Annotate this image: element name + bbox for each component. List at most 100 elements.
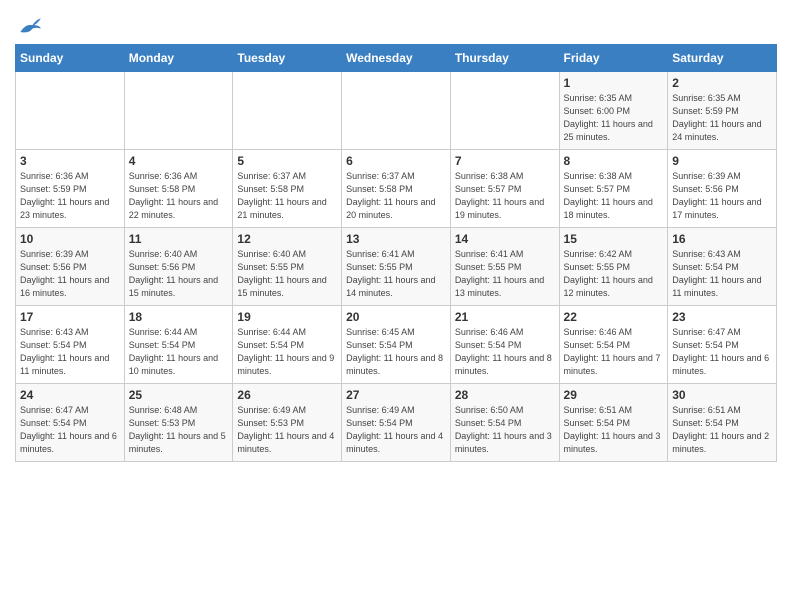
day-info: Sunrise: 6:38 AM Sunset: 5:57 PM Dayligh… [455, 170, 555, 222]
calendar-cell: 24 Sunrise: 6:47 AM Sunset: 5:54 PM Dayli… [16, 384, 125, 462]
day-number: 13 [346, 232, 446, 246]
day-info: Sunrise: 6:44 AM Sunset: 5:54 PM Dayligh… [129, 326, 229, 378]
calendar-cell: 8 Sunrise: 6:38 AM Sunset: 5:57 PM Daylig… [559, 150, 668, 228]
calendar-cell: 25 Sunrise: 6:48 AM Sunset: 5:53 PM Dayli… [124, 384, 233, 462]
column-header-tuesday: Tuesday [233, 45, 342, 72]
day-number: 27 [346, 388, 446, 402]
week-row-3: 10 Sunrise: 6:39 AM Sunset: 5:56 PM Dayli… [16, 228, 777, 306]
calendar-cell: 6Sunrise: 6:37 AM Sunset: 5:58 PM Daylig… [342, 150, 451, 228]
day-number: 19 [237, 310, 337, 324]
day-number: 25 [129, 388, 229, 402]
calendar-cell: 13 Sunrise: 6:41 AM Sunset: 5:55 PM Dayli… [342, 228, 451, 306]
calendar-cell: 22Sunrise: 6:46 AM Sunset: 5:54 PM Dayli… [559, 306, 668, 384]
column-header-wednesday: Wednesday [342, 45, 451, 72]
day-number: 2 [672, 76, 772, 90]
day-number: 17 [20, 310, 120, 324]
column-header-thursday: Thursday [450, 45, 559, 72]
day-info: Sunrise: 6:49 AM Sunset: 5:54 PM Dayligh… [346, 404, 446, 456]
day-number: 10 [20, 232, 120, 246]
week-row-4: 17Sunrise: 6:43 AM Sunset: 5:54 PM Dayli… [16, 306, 777, 384]
calendar-table: SundayMondayTuesdayWednesdayThursdayFrid… [15, 44, 777, 462]
day-number: 29 [564, 388, 664, 402]
day-info: Sunrise: 6:51 AM Sunset: 5:54 PM Dayligh… [672, 404, 772, 456]
calendar-cell [16, 72, 125, 150]
calendar-cell: 19 Sunrise: 6:44 AM Sunset: 5:54 PM Dayli… [233, 306, 342, 384]
column-header-monday: Monday [124, 45, 233, 72]
calendar-cell: 17Sunrise: 6:43 AM Sunset: 5:54 PM Dayli… [16, 306, 125, 384]
week-row-2: 3 Sunrise: 6:36 AM Sunset: 5:59 PM Daylig… [16, 150, 777, 228]
day-number: 28 [455, 388, 555, 402]
calendar-cell: 16 Sunrise: 6:43 AM Sunset: 5:54 PM Dayli… [668, 228, 777, 306]
day-number: 24 [20, 388, 120, 402]
day-number: 12 [237, 232, 337, 246]
logo-bird-icon [17, 16, 41, 36]
day-number: 3 [20, 154, 120, 168]
day-number: 23 [672, 310, 772, 324]
calendar-cell: 5 Sunrise: 6:37 AM Sunset: 5:58 PM Daylig… [233, 150, 342, 228]
calendar-cell: 18 Sunrise: 6:44 AM Sunset: 5:54 PM Dayli… [124, 306, 233, 384]
day-info: Sunrise: 6:40 AM Sunset: 5:56 PM Dayligh… [129, 248, 229, 300]
day-number: 11 [129, 232, 229, 246]
calendar-cell [233, 72, 342, 150]
day-number: 30 [672, 388, 772, 402]
day-number: 5 [237, 154, 337, 168]
day-number: 26 [237, 388, 337, 402]
day-number: 18 [129, 310, 229, 324]
calendar-cell: 30 Sunrise: 6:51 AM Sunset: 5:54 PM Dayli… [668, 384, 777, 462]
column-header-sunday: Sunday [16, 45, 125, 72]
day-number: 4 [129, 154, 229, 168]
day-number: 8 [564, 154, 664, 168]
day-info: Sunrise: 6:35 AM Sunset: 5:59 PM Dayligh… [672, 92, 772, 144]
calendar-cell: 28 Sunrise: 6:50 AM Sunset: 5:54 PM Dayli… [450, 384, 559, 462]
calendar-cell: 1 Sunrise: 6:35 AM Sunset: 6:00 PM Daylig… [559, 72, 668, 150]
day-info: Sunrise: 6:41 AM Sunset: 5:55 PM Dayligh… [346, 248, 446, 300]
calendar-cell: 27 Sunrise: 6:49 AM Sunset: 5:54 PM Dayli… [342, 384, 451, 462]
page-header [15, 10, 777, 36]
day-number: 16 [672, 232, 772, 246]
day-info: Sunrise: 6:42 AM Sunset: 5:55 PM Dayligh… [564, 248, 664, 300]
day-number: 6 [346, 154, 446, 168]
column-header-saturday: Saturday [668, 45, 777, 72]
calendar-cell: 7 Sunrise: 6:38 AM Sunset: 5:57 PM Daylig… [450, 150, 559, 228]
day-info: Sunrise: 6:36 AM Sunset: 5:59 PM Dayligh… [20, 170, 120, 222]
day-info: Sunrise: 6:41 AM Sunset: 5:55 PM Dayligh… [455, 248, 555, 300]
day-number: 21 [455, 310, 555, 324]
calendar-cell: 10 Sunrise: 6:39 AM Sunset: 5:56 PM Dayli… [16, 228, 125, 306]
day-number: 9 [672, 154, 772, 168]
day-info: Sunrise: 6:50 AM Sunset: 5:54 PM Dayligh… [455, 404, 555, 456]
calendar-cell: 12Sunrise: 6:40 AM Sunset: 5:55 PM Dayli… [233, 228, 342, 306]
day-info: Sunrise: 6:51 AM Sunset: 5:54 PM Dayligh… [564, 404, 664, 456]
calendar-cell [450, 72, 559, 150]
header-row: SundayMondayTuesdayWednesdayThursdayFrid… [16, 45, 777, 72]
calendar-cell: 26 Sunrise: 6:49 AM Sunset: 5:53 PM Dayli… [233, 384, 342, 462]
calendar-cell: 3 Sunrise: 6:36 AM Sunset: 5:59 PM Daylig… [16, 150, 125, 228]
day-info: Sunrise: 6:35 AM Sunset: 6:00 PM Dayligh… [564, 92, 664, 144]
day-number: 20 [346, 310, 446, 324]
day-info: Sunrise: 6:38 AM Sunset: 5:57 PM Dayligh… [564, 170, 664, 222]
calendar-cell: 4 Sunrise: 6:36 AM Sunset: 5:58 PM Daylig… [124, 150, 233, 228]
day-info: Sunrise: 6:36 AM Sunset: 5:58 PM Dayligh… [129, 170, 229, 222]
calendar-cell: 11 Sunrise: 6:40 AM Sunset: 5:56 PM Dayli… [124, 228, 233, 306]
day-info: Sunrise: 6:39 AM Sunset: 5:56 PM Dayligh… [20, 248, 120, 300]
day-info: Sunrise: 6:48 AM Sunset: 5:53 PM Dayligh… [129, 404, 229, 456]
day-info: Sunrise: 6:43 AM Sunset: 5:54 PM Dayligh… [672, 248, 772, 300]
calendar-cell: 2 Sunrise: 6:35 AM Sunset: 5:59 PM Daylig… [668, 72, 777, 150]
day-info: Sunrise: 6:46 AM Sunset: 5:54 PM Dayligh… [564, 326, 664, 378]
logo [15, 16, 41, 36]
day-info: Sunrise: 6:39 AM Sunset: 5:56 PM Dayligh… [672, 170, 772, 222]
day-number: 7 [455, 154, 555, 168]
calendar-cell: 23Sunrise: 6:47 AM Sunset: 5:54 PM Dayli… [668, 306, 777, 384]
calendar-cell: 14 Sunrise: 6:41 AM Sunset: 5:55 PM Dayli… [450, 228, 559, 306]
day-number: 14 [455, 232, 555, 246]
day-number: 1 [564, 76, 664, 90]
day-info: Sunrise: 6:37 AM Sunset: 5:58 PM Dayligh… [237, 170, 337, 222]
calendar-cell [124, 72, 233, 150]
calendar-cell: 21Sunrise: 6:46 AM Sunset: 5:54 PM Dayli… [450, 306, 559, 384]
day-info: Sunrise: 6:49 AM Sunset: 5:53 PM Dayligh… [237, 404, 337, 456]
calendar-cell: 15Sunrise: 6:42 AM Sunset: 5:55 PM Dayli… [559, 228, 668, 306]
day-info: Sunrise: 6:44 AM Sunset: 5:54 PM Dayligh… [237, 326, 337, 378]
calendar-cell [342, 72, 451, 150]
column-header-friday: Friday [559, 45, 668, 72]
calendar-cell: 20Sunrise: 6:45 AM Sunset: 5:54 PM Dayli… [342, 306, 451, 384]
day-info: Sunrise: 6:47 AM Sunset: 5:54 PM Dayligh… [20, 404, 120, 456]
